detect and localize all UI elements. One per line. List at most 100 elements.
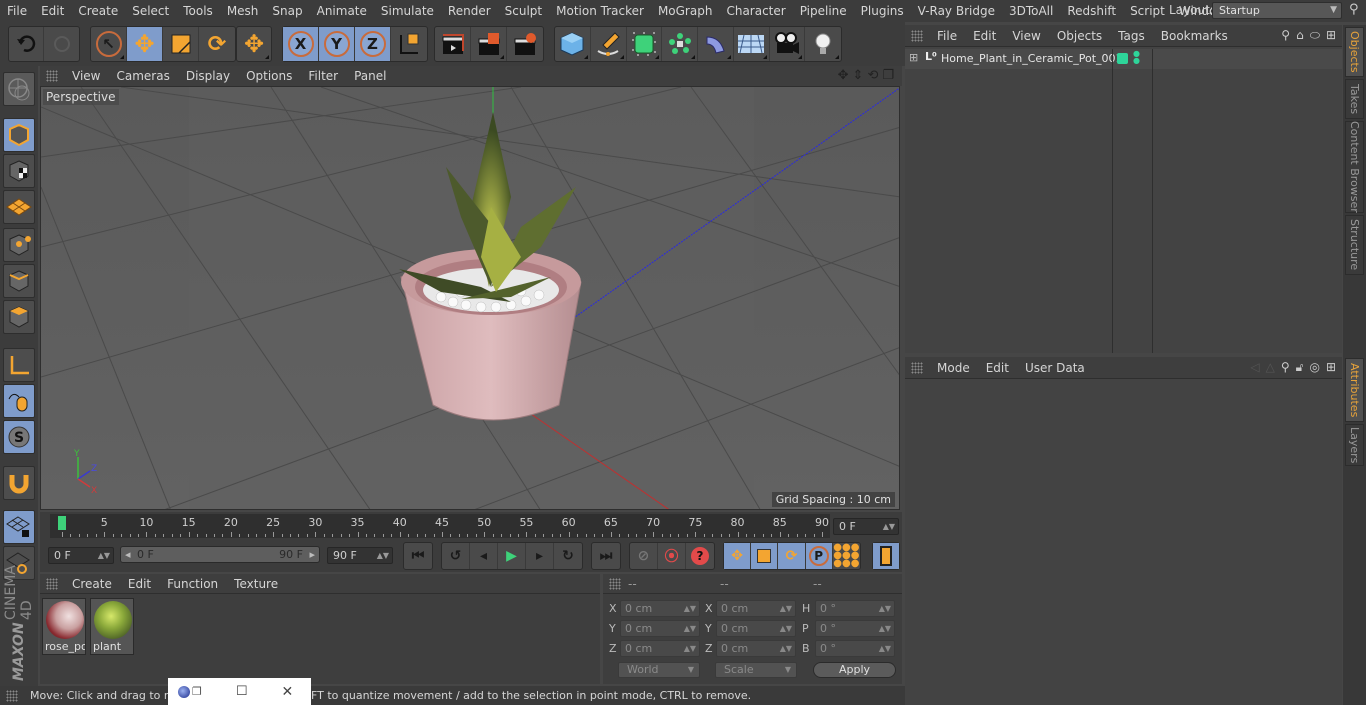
attribute-menu-edit[interactable]: Edit [978, 361, 1017, 375]
object-name[interactable]: Home_Plant_in_Ceramic_Pot_001 [941, 52, 1123, 65]
grip-icon[interactable] [911, 361, 923, 374]
key-rotation-button[interactable]: ⟳ [778, 543, 806, 569]
range-right-arrow-icon[interactable]: ▸ [309, 548, 315, 561]
menu-snap[interactable]: Snap [265, 4, 309, 18]
spinner-icon[interactable]: ▲▼ [684, 641, 696, 656]
move-tool-button[interactable]: ✥ [127, 27, 163, 61]
start-frame-field[interactable]: 0 F ▲▼ [48, 547, 114, 564]
tab-layers[interactable]: Layers [1345, 424, 1364, 466]
motion-path-button[interactable]: ⊘ [630, 543, 658, 569]
apply-button[interactable]: Apply [813, 662, 896, 678]
model-mode-button[interactable] [3, 118, 35, 152]
end-frame-field[interactable]: 90 F ▲▼ [327, 547, 393, 564]
polygons-mode-button[interactable] [3, 300, 35, 334]
spinner-icon[interactable]: ▲▼ [780, 621, 792, 636]
next-frame-button[interactable]: ▸ [526, 543, 554, 569]
object-menu-file[interactable]: File [929, 29, 965, 43]
rotation-h-field[interactable]: 0 ° ▲▼ [815, 600, 895, 617]
size-x-field[interactable]: 0 cm ▲▼ [716, 600, 796, 617]
coordinate-space-dropdown[interactable]: World ▼ [618, 662, 700, 678]
menu-vray-bridge[interactable]: V-Ray Bridge [911, 4, 1002, 18]
attribute-menu-mode[interactable]: Mode [929, 361, 978, 375]
key-scale-button[interactable] [751, 543, 779, 569]
workplane-lock-button[interactable] [3, 510, 35, 544]
spinner-icon[interactable]: ▲▼ [879, 621, 891, 636]
object-menu-tags[interactable]: Tags [1110, 29, 1153, 43]
y-axis-lock-button[interactable]: Y [319, 27, 355, 61]
menu-redshift[interactable]: Redshift [1060, 4, 1123, 18]
search-icon[interactable]: ⚲ [1281, 360, 1290, 375]
3d-viewport[interactable]: Perspective Grid Spacing : 10 cm Y Z X [40, 86, 900, 510]
spinner-icon[interactable]: ▲▼ [883, 519, 895, 534]
new-panel-icon[interactable]: ⊞ [1326, 360, 1336, 375]
menu-3dtoall[interactable]: 3DToAll [1002, 4, 1060, 18]
maximize-view-icon[interactable]: ❐ [882, 68, 894, 83]
redo-button[interactable] [44, 27, 79, 61]
position-y-field[interactable]: 0 cm ▲▼ [620, 620, 700, 637]
size-z-field[interactable]: 0 cm ▲▼ [716, 640, 796, 657]
viewport-menu-panel[interactable]: Panel [346, 69, 394, 83]
attribute-menu-user-data[interactable]: User Data [1017, 361, 1093, 375]
menu-pipeline[interactable]: Pipeline [793, 4, 854, 18]
grip-icon[interactable] [46, 577, 58, 590]
expand-icon[interactable]: ⊞ [909, 51, 918, 64]
prev-key-button[interactable]: ↺ [442, 543, 470, 569]
menu-mesh[interactable]: Mesh [220, 4, 266, 18]
home-icon[interactable]: ⌂ [1296, 28, 1304, 43]
position-x-field[interactable]: 0 cm ▲▼ [620, 600, 700, 617]
menu-edit[interactable]: Edit [34, 4, 71, 18]
cloner-button[interactable] [662, 27, 698, 61]
x-axis-lock-button[interactable]: X [283, 27, 319, 61]
menu-create[interactable]: Create [71, 4, 125, 18]
menu-file[interactable]: File [0, 4, 34, 18]
spinner-icon[interactable]: ▲▼ [879, 641, 891, 656]
snap-button[interactable]: S [3, 420, 35, 454]
layer-color-swatch[interactable] [1117, 53, 1128, 64]
menu-sculpt[interactable]: Sculpt [498, 4, 549, 18]
object-menu-bookmarks[interactable]: Bookmarks [1153, 29, 1236, 43]
up-arrow-icon[interactable]: △ [1266, 360, 1275, 375]
subdivision-surface-button[interactable] [627, 27, 663, 61]
workplane-mode-button[interactable] [3, 190, 35, 224]
tab-content-browser[interactable]: Content Browser [1345, 121, 1364, 213]
layout-dropdown[interactable]: Startup ▼ [1212, 2, 1342, 19]
key-parameter-button[interactable]: P [805, 543, 833, 569]
spinner-icon[interactable]: ▲▼ [780, 641, 792, 656]
size-y-field[interactable]: 0 cm ▲▼ [716, 620, 796, 637]
floor-button[interactable] [734, 27, 770, 61]
material-menu-create[interactable]: Create [64, 577, 120, 591]
material-menu-texture[interactable]: Texture [226, 577, 286, 591]
object-menu-objects[interactable]: Objects [1049, 29, 1110, 43]
timeline-window-button[interactable] [873, 543, 899, 569]
viewport-menu-view[interactable]: View [64, 69, 108, 83]
spinner-icon[interactable]: ▲▼ [98, 548, 110, 563]
live-selection-button[interactable]: ↖ [91, 27, 127, 61]
target-icon[interactable]: ◎ [1309, 360, 1319, 375]
object-menu-edit[interactable]: Edit [965, 29, 1004, 43]
spinner-icon[interactable]: ▲▼ [684, 601, 696, 616]
search-icon[interactable]: ⚲ [1281, 28, 1290, 43]
render-settings-button[interactable] [507, 27, 543, 61]
rotate-tool-button[interactable]: ⟳ [199, 27, 235, 61]
current-frame-field[interactable]: 0 F ▲▼ [833, 518, 899, 535]
viewport-menu-filter[interactable]: Filter [300, 69, 346, 83]
grip-icon[interactable] [609, 577, 621, 590]
spinner-icon[interactable]: ▲▼ [780, 601, 792, 616]
playhead[interactable] [58, 516, 66, 530]
tab-attributes[interactable]: Attributes [1345, 358, 1364, 422]
bend-deformer-button[interactable] [698, 27, 734, 61]
next-key-button[interactable]: ↻ [554, 543, 582, 569]
transform-mode-dropdown[interactable]: Scale ▼ [715, 662, 797, 678]
recent-tool-button[interactable]: ✥ [237, 27, 271, 61]
points-mode-button[interactable] [3, 228, 35, 262]
dolly-icon[interactable]: ⇕ [853, 68, 864, 83]
menu-render[interactable]: Render [441, 4, 498, 18]
tweak-mode-button[interactable] [3, 384, 35, 418]
material-swatch[interactable]: rose_po [42, 598, 86, 655]
viewport-menu-cameras[interactable]: Cameras [108, 69, 177, 83]
tab-takes[interactable]: Takes [1345, 79, 1364, 119]
menu-tools[interactable]: Tools [176, 4, 220, 18]
menu-simulate[interactable]: Simulate [374, 4, 441, 18]
make-editable-button[interactable] [3, 72, 35, 106]
grip-icon[interactable] [911, 29, 923, 42]
